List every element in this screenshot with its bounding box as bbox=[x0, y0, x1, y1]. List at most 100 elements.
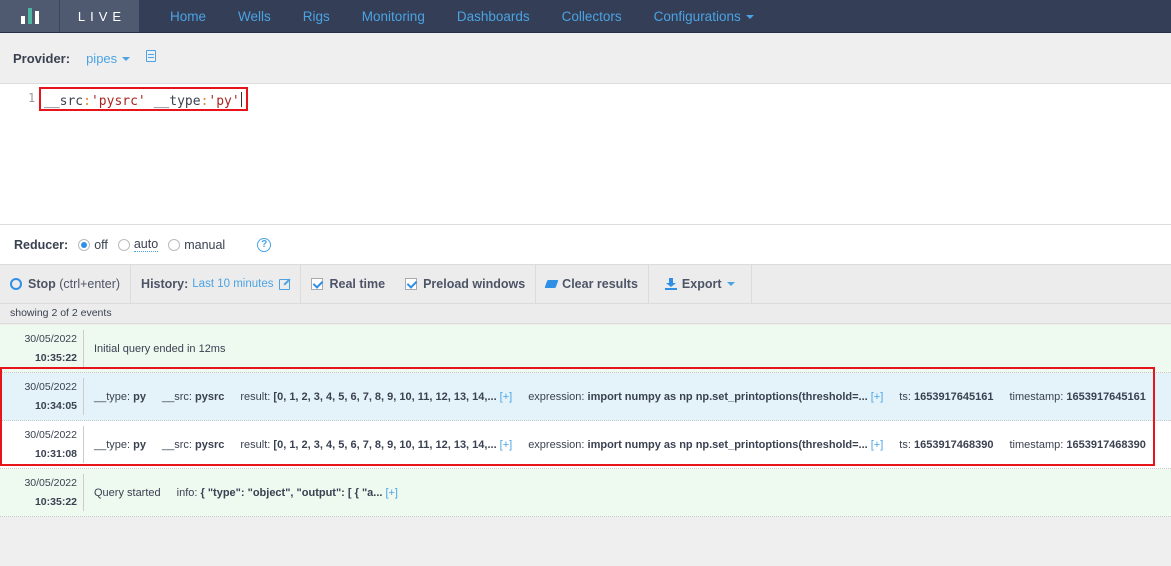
field-type: __type: py bbox=[94, 438, 146, 451]
event-time: 10:34:05 bbox=[34, 400, 77, 412]
export-dropdown[interactable]: Export bbox=[649, 265, 752, 303]
expand-result-button[interactable]: [+] bbox=[500, 439, 513, 451]
field-ts: ts: 1653917468390 bbox=[899, 438, 994, 451]
preload-windows-toggle[interactable]: Preload windows bbox=[395, 265, 537, 303]
caret-down-icon bbox=[122, 57, 131, 62]
event-time: 10:35:22 bbox=[34, 496, 77, 508]
event-row[interactable]: 30/05/2022 10:35:22 Initial query ended … bbox=[0, 325, 1171, 373]
nav-menu: Home Wells Rigs Monitoring Dashboards Co… bbox=[139, 0, 786, 32]
caret-down-icon bbox=[726, 282, 735, 286]
checkbox-checked-icon[interactable] bbox=[311, 278, 324, 290]
provider-row: Provider: pipes bbox=[0, 33, 1171, 84]
history-range-link[interactable]: Last 10 minutes bbox=[192, 278, 273, 290]
field-expression: expression: import numpy as np np.set_pr… bbox=[528, 438, 884, 451]
code-key: __src bbox=[44, 94, 84, 109]
bar-chart-logo-icon bbox=[20, 8, 39, 24]
caret-down-icon bbox=[745, 14, 754, 19]
history-control: History: Last 10 minutes bbox=[131, 265, 302, 303]
radio-selected-icon bbox=[78, 238, 91, 251]
event-time: 10:31:08 bbox=[34, 448, 77, 460]
field-src: __src: pysrc bbox=[162, 438, 225, 451]
events-list: 30/05/2022 10:35:22 Initial query ended … bbox=[0, 325, 1171, 517]
field-ts: ts: 1653917645161 bbox=[899, 390, 994, 403]
field-src: __src: pysrc bbox=[162, 390, 225, 403]
nav-item-configurations-label: Configurations bbox=[653, 8, 741, 24]
nav-item-home[interactable]: Home bbox=[170, 9, 206, 24]
reducer-option-auto[interactable]: auto bbox=[117, 237, 159, 252]
query-code-line[interactable]: __src:'pysrc' __type:'py' bbox=[39, 87, 248, 111]
nav-item-rigs[interactable]: Rigs bbox=[303, 9, 330, 24]
nav-item-monitoring[interactable]: Monitoring bbox=[362, 9, 425, 24]
provider-label: Provider: bbox=[13, 50, 71, 66]
provider-dropdown[interactable]: pipes bbox=[86, 50, 131, 66]
nav-item-configurations[interactable]: Configurations bbox=[654, 9, 754, 24]
event-timestamp: 30/05/2022 10:35:22 bbox=[0, 474, 84, 511]
event-message: Initial query ended in 12ms bbox=[94, 342, 226, 355]
edit-icon[interactable] bbox=[279, 278, 291, 290]
text-cursor bbox=[240, 92, 242, 107]
event-date: 30/05/2022 bbox=[24, 381, 77, 393]
clear-label: Clear results bbox=[562, 277, 638, 291]
field-expression: expression: import numpy as np np.set_pr… bbox=[528, 390, 884, 403]
realtime-toggle[interactable]: Real time bbox=[301, 265, 395, 303]
reducer-row: Reducer: off auto manual ? bbox=[0, 225, 1171, 265]
code-string: 'pysrc' bbox=[90, 94, 146, 109]
nav-item-collectors[interactable]: Collectors bbox=[562, 9, 622, 24]
reducer-option-off[interactable]: off bbox=[78, 238, 108, 252]
stop-shortcut: (ctrl+enter) bbox=[59, 277, 121, 291]
event-date: 30/05/2022 bbox=[24, 333, 77, 345]
export-label: Export bbox=[681, 277, 722, 291]
event-timestamp: 30/05/2022 10:31:08 bbox=[0, 426, 84, 463]
event-time: 10:35:22 bbox=[34, 352, 77, 364]
field-type: __type: py bbox=[94, 390, 146, 403]
spinner-icon bbox=[10, 278, 22, 290]
field-timestamp: timestamp: 1653917468390 bbox=[1009, 438, 1146, 451]
realtime-label: Real time bbox=[329, 277, 386, 291]
results-toolbar: Stop (ctrl+enter) History: Last 10 minut… bbox=[0, 265, 1171, 304]
event-timestamp: 30/05/2022 10:34:05 bbox=[0, 378, 84, 415]
nav-item-wells[interactable]: Wells bbox=[238, 9, 271, 24]
query-editor[interactable]: 1 __src:'pysrc' __type:'py' bbox=[0, 84, 1171, 225]
field-result: result: [0, 1, 2, 3, 4, 5, 6, 7, 8, 9, 1… bbox=[240, 390, 513, 403]
radio-empty-icon bbox=[168, 238, 181, 251]
expand-result-button[interactable]: [+] bbox=[500, 391, 513, 403]
field-result: result: [0, 1, 2, 3, 4, 5, 6, 7, 8, 9, 1… bbox=[240, 438, 513, 451]
code-string: 'py' bbox=[208, 94, 240, 109]
event-row[interactable]: 30/05/2022 10:34:05 __type: py __src: py… bbox=[0, 373, 1171, 421]
stop-button[interactable]: Stop (ctrl+enter) bbox=[0, 265, 132, 303]
reducer-option-manual[interactable]: manual bbox=[168, 238, 225, 252]
preload-label: Preload windows bbox=[423, 277, 526, 291]
field-timestamp: timestamp: 1653917645161 bbox=[1009, 390, 1146, 403]
stop-label: Stop bbox=[28, 277, 56, 291]
download-icon bbox=[664, 278, 677, 290]
radio-label: auto bbox=[133, 237, 159, 252]
field-info: info: { "type": "object", "output": [ { … bbox=[176, 486, 398, 499]
events-summary: showing 2 of 2 events bbox=[0, 304, 1171, 324]
provider-value: pipes bbox=[86, 50, 118, 66]
help-icon[interactable]: ? bbox=[257, 237, 272, 252]
history-label: History: bbox=[141, 277, 189, 291]
logo[interactable] bbox=[0, 0, 60, 32]
expand-expression-button[interactable]: [+] bbox=[871, 439, 884, 451]
documentation-icon[interactable] bbox=[146, 50, 157, 62]
radio-label: off bbox=[94, 237, 108, 252]
expand-info-button[interactable]: [+] bbox=[385, 487, 398, 499]
radio-empty-icon bbox=[117, 238, 130, 251]
code-key: __type bbox=[145, 94, 201, 109]
event-date: 30/05/2022 bbox=[24, 429, 77, 441]
brand-name[interactable]: LIVE bbox=[60, 0, 139, 32]
clear-results-button[interactable]: Clear results bbox=[536, 265, 649, 303]
event-date: 30/05/2022 bbox=[24, 477, 77, 489]
checkbox-checked-icon[interactable] bbox=[405, 278, 418, 290]
eraser-icon bbox=[544, 280, 559, 288]
event-timestamp: 30/05/2022 10:35:22 bbox=[0, 330, 84, 367]
radio-label: manual bbox=[184, 237, 226, 252]
event-row[interactable]: 30/05/2022 10:31:08 __type: py __src: py… bbox=[0, 421, 1171, 469]
event-message: Query started bbox=[94, 486, 161, 499]
reducer-label: Reducer: bbox=[14, 237, 69, 252]
expand-expression-button[interactable]: [+] bbox=[871, 391, 884, 403]
line-number: 1 bbox=[28, 91, 36, 105]
nav-item-dashboards[interactable]: Dashboards bbox=[457, 9, 530, 24]
event-row[interactable]: 30/05/2022 10:35:22 Query started info: … bbox=[0, 469, 1171, 517]
code-operator: : bbox=[83, 94, 91, 109]
